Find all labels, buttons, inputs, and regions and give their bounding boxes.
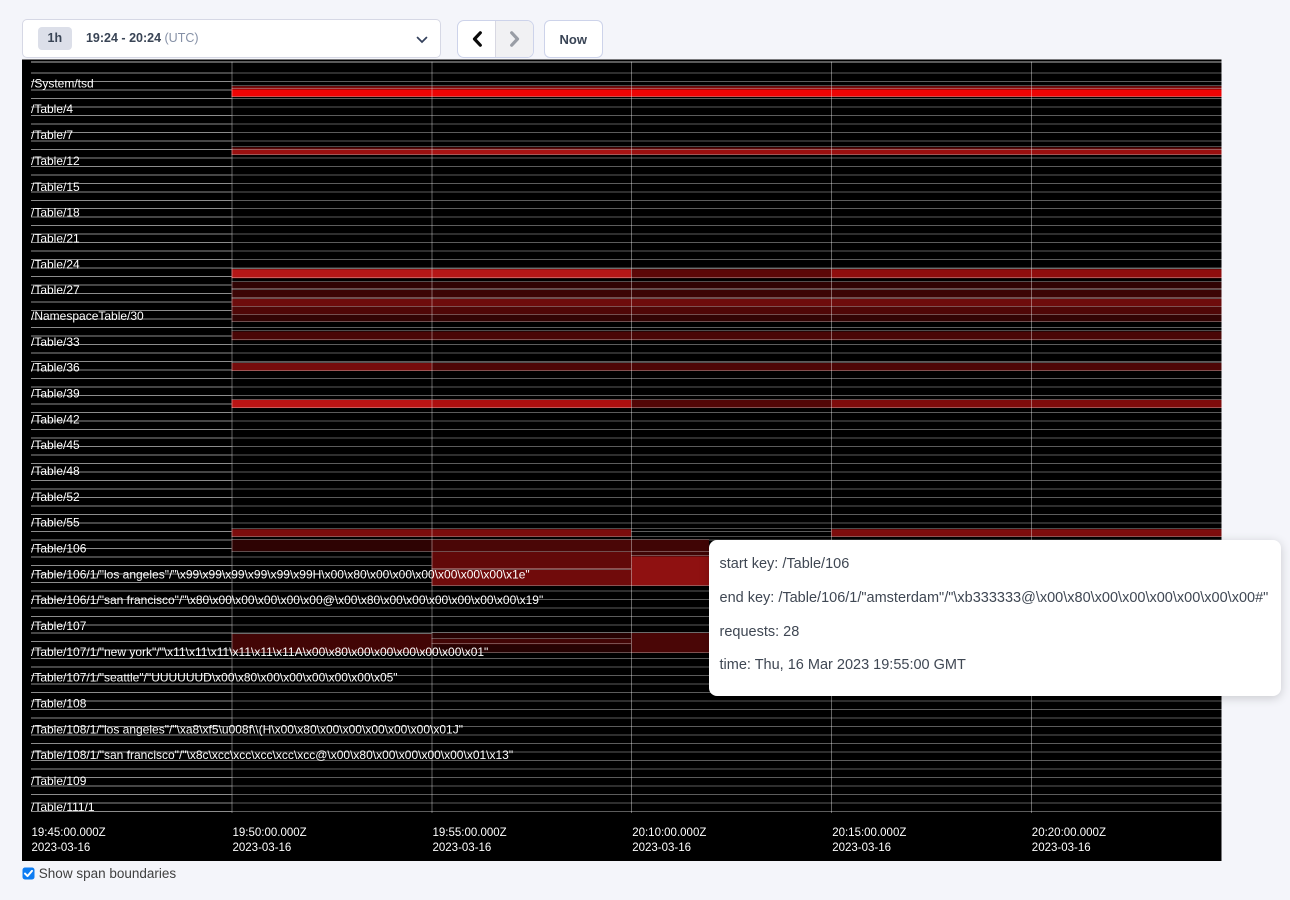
svg-text:20:20:00.000Z: 20:20:00.000Z	[1032, 827, 1106, 839]
svg-text:/Table/7: /Table/7	[31, 128, 73, 142]
svg-text:/Table/33: /Table/33	[31, 335, 80, 349]
svg-text:/Table/107/1/"seattle"/"UUUUUU: /Table/107/1/"seattle"/"UUUUUUD\x00\x80\…	[31, 671, 398, 685]
svg-text:/Table/48: /Table/48	[31, 464, 80, 478]
svg-text:2023-03-16: 2023-03-16	[1032, 842, 1091, 854]
svg-text:/Table/108/1/"san francisco"/": /Table/108/1/"san francisco"/"\x8c\xcc\x…	[31, 748, 513, 762]
svg-text:/Table/108/1/"los angeles"/"\x: /Table/108/1/"los angeles"/"\xa8\xf5\u00…	[31, 722, 463, 736]
svg-text:/Table/108: /Table/108	[31, 697, 87, 711]
svg-text:/Table/111/1: /Table/111/1	[31, 800, 95, 814]
svg-text:/Table/12: /Table/12	[31, 154, 80, 168]
svg-text:20:10:00.000Z: 20:10:00.000Z	[632, 827, 706, 839]
svg-text:/Table/15: /Table/15	[31, 180, 80, 194]
svg-text:/System/tsd: /System/tsd	[31, 76, 94, 90]
svg-text:/Table/42: /Table/42	[31, 412, 80, 426]
svg-text:19:55:00.000Z: 19:55:00.000Z	[433, 827, 507, 839]
svg-text:2023-03-16: 2023-03-16	[832, 842, 891, 854]
svg-text:/Table/55: /Table/55	[31, 516, 80, 530]
svg-text:/Table/18: /Table/18	[31, 206, 80, 220]
svg-text:/Table/107/1/"new york"/"\x11\: /Table/107/1/"new york"/"\x11\x11\x11\x1…	[31, 645, 488, 659]
svg-text:/Table/52: /Table/52	[31, 490, 80, 504]
svg-text:/Table/39: /Table/39	[31, 387, 80, 401]
svg-text:/Table/27: /Table/27	[31, 283, 80, 297]
svg-text:/Table/107: /Table/107	[31, 619, 87, 633]
svg-text:/Table/24: /Table/24	[31, 257, 80, 271]
svg-text:/Table/45: /Table/45	[31, 438, 80, 452]
svg-text:/Table/4: /Table/4	[31, 102, 73, 116]
svg-text:/Table/106: /Table/106	[31, 542, 87, 556]
svg-text:/Table/21: /Table/21	[31, 231, 80, 245]
svg-text:/Table/106/1/"los angeles"/"\x: /Table/106/1/"los angeles"/"\x99\x99\x99…	[31, 567, 530, 581]
svg-text:2023-03-16: 2023-03-16	[233, 842, 292, 854]
svg-text:19:50:00.000Z: 19:50:00.000Z	[233, 827, 307, 839]
svg-text:2023-03-16: 2023-03-16	[632, 842, 691, 854]
svg-text:/Table/36: /Table/36	[31, 361, 80, 375]
svg-text:/Table/106/1/"san francisco"/": /Table/106/1/"san francisco"/"\x80\x00\x…	[31, 593, 543, 607]
svg-text:2023-03-16: 2023-03-16	[433, 842, 492, 854]
svg-text:/NamespaceTable/30: /NamespaceTable/30	[31, 309, 144, 323]
svg-text:/Table/109: /Table/109	[31, 774, 87, 788]
svg-text:2023-03-16: 2023-03-16	[32, 842, 91, 854]
svg-text:19:45:00.000Z: 19:45:00.000Z	[32, 827, 106, 839]
svg-text:20:15:00.000Z: 20:15:00.000Z	[832, 827, 906, 839]
